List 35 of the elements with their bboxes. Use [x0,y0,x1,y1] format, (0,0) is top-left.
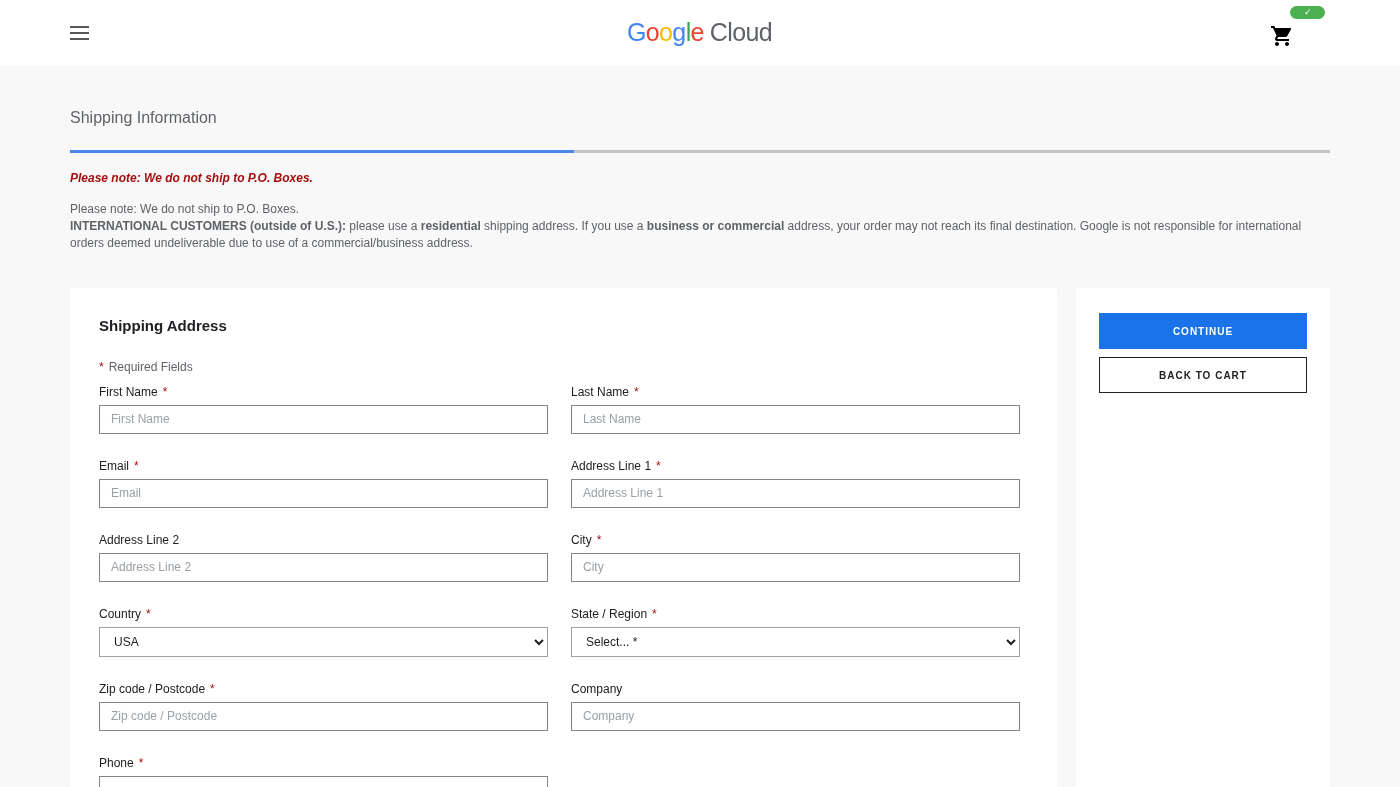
field-label: Last Name * [571,383,639,401]
cart-icon[interactable] [1270,24,1294,48]
required-mark: * [99,358,104,376]
page-title: Shipping Information [70,108,218,128]
input-field[interactable]: Last Name [571,404,1020,434]
input-field[interactable]: Address Line 1 [571,478,1020,508]
field-label: Country * [99,605,151,623]
field-label: City * [571,531,602,549]
form-title: Shipping Address [99,316,228,336]
input-field[interactable]: Zip code / Postcode [99,701,548,731]
input-field[interactable]: Company [571,701,1020,731]
field-label: Email * [99,457,139,475]
input-field[interactable]: First Name [99,404,548,434]
field-label: Company [571,680,623,698]
input-field[interactable]: Email [99,478,548,508]
input-field[interactable]: City [571,552,1020,582]
info-text: INTERNATIONAL CUSTOMERS (outside of U.S.): please use a residential shipping address. If you use a business or commercial address, your order may not reach its final destination. Google is not responsible for international orders deemed undeliverable due to use of a commercial/business address. [70,218,1303,252]
info-text: Please note: We do not ship to P.O. Boxes. [70,201,301,218]
notice-text: Please note: We do not ship to P.O. Boxes. [70,170,314,187]
logo-product[interactable]: Cloud [709,14,773,52]
status-badge: ✓ [1290,6,1325,19]
field-label: Phone * [99,754,144,772]
back-to-cart-button[interactable]: BACK TO CART [1099,357,1307,393]
field-label: State / Region * [571,605,657,623]
continue-button[interactable]: CONTINUE [1099,313,1307,349]
input-field[interactable]: Address Line 2 [99,552,548,582]
dropdown[interactable]: USA [99,626,548,657]
menu-icon[interactable] [70,26,89,40]
field-label: First Name * [99,383,168,401]
field-label: Zip code / Postcode * [99,680,215,698]
logo-brand[interactable]: Google [626,14,704,52]
dropdown[interactable]: Select... * [571,626,1020,657]
field-label: Address Line 1 * [571,457,661,475]
required-note: Required Fields [108,358,193,376]
field-label: Address Line 2 [99,531,180,549]
